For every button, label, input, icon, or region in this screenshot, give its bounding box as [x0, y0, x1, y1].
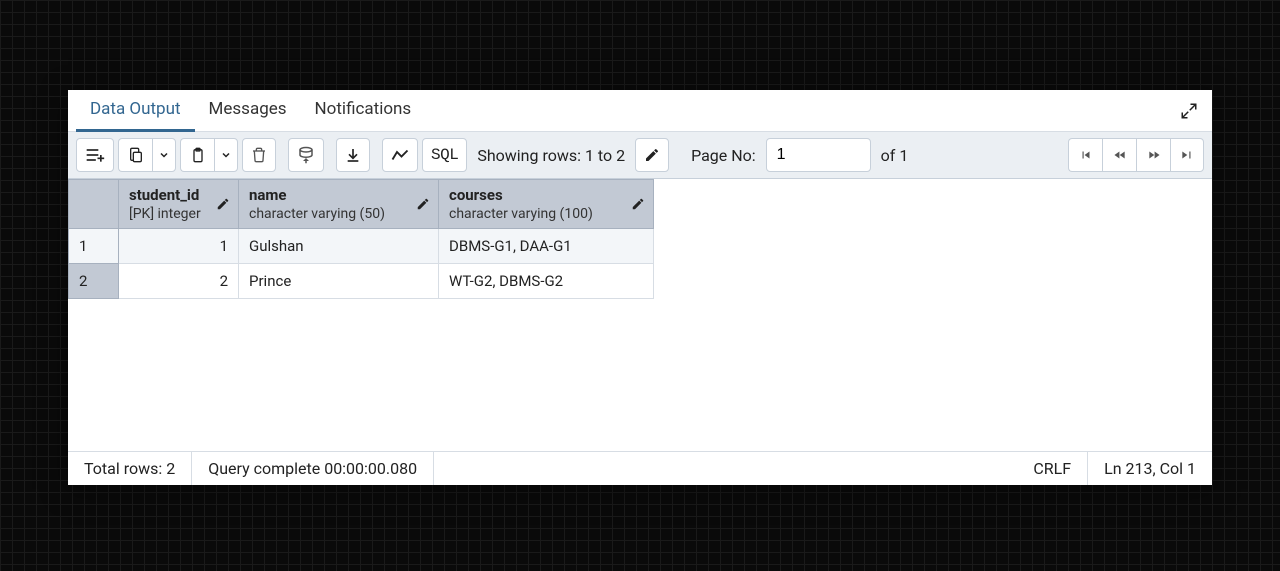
cell-student-id[interactable]: 1 — [119, 229, 239, 264]
column-type: [PK] integer — [129, 206, 201, 222]
row-number[interactable]: 1 — [69, 229, 119, 264]
first-page-button[interactable] — [1068, 138, 1102, 172]
page-no-label: Page No: — [685, 146, 762, 165]
cell-courses[interactable]: DBMS-G1, DAA-G1 — [439, 229, 654, 264]
copy-button[interactable] — [118, 138, 152, 172]
trash-icon — [251, 146, 267, 164]
cell-name[interactable]: Gulshan — [239, 229, 439, 264]
expand-icon — [1180, 102, 1198, 120]
copy-dropdown-button[interactable] — [152, 138, 176, 172]
cell-name[interactable]: Prince — [239, 264, 439, 299]
save-data-button[interactable] — [288, 138, 324, 172]
last-page-button[interactable] — [1170, 138, 1204, 172]
chevron-down-icon — [220, 149, 232, 161]
paste-button[interactable] — [180, 138, 214, 172]
pencil-icon — [631, 197, 645, 211]
edit-column-icon[interactable] — [631, 197, 645, 211]
column-header-student-id[interactable]: student_id [PK] integer — [119, 180, 239, 229]
tab-data-output[interactable]: Data Output — [76, 89, 195, 132]
line-ending-status[interactable]: CRLF — [1017, 452, 1088, 485]
chevron-down-icon — [158, 149, 170, 161]
table-row[interactable]: 1 1 Gulshan DBMS-G1, DAA-G1 — [69, 229, 654, 264]
sql-label: SQL — [431, 146, 458, 164]
column-name: name — [249, 186, 428, 204]
page-no-input[interactable] — [766, 138, 871, 172]
edit-column-icon[interactable] — [216, 197, 230, 211]
prev-page-icon — [1112, 148, 1128, 162]
paste-icon — [190, 146, 206, 164]
download-button[interactable] — [336, 138, 370, 172]
copy-icon — [128, 146, 144, 164]
delete-row-button[interactable] — [242, 138, 276, 172]
first-page-icon — [1078, 148, 1094, 162]
row-number[interactable]: 2 — [69, 264, 119, 299]
query-complete-status: Query complete 00:00:00.080 — [192, 452, 434, 485]
add-row-icon — [85, 147, 105, 163]
column-name: courses — [449, 186, 643, 204]
add-row-button[interactable] — [76, 138, 114, 172]
cursor-position-status: Ln 213, Col 1 — [1088, 452, 1212, 485]
next-page-icon — [1146, 148, 1162, 162]
column-name: student_id — [129, 186, 228, 204]
next-page-button[interactable] — [1136, 138, 1170, 172]
chart-icon — [391, 148, 409, 162]
graph-button[interactable] — [382, 138, 418, 172]
column-header-courses[interactable]: courses character varying (100) — [439, 180, 654, 229]
expand-panel-button[interactable] — [1176, 98, 1202, 124]
pencil-icon — [416, 197, 430, 211]
status-bar: Total rows: 2 Query complete 00:00:00.08… — [68, 451, 1212, 485]
cell-courses[interactable]: WT-G2, DBMS-G2 — [439, 264, 654, 299]
pencil-icon — [644, 147, 660, 163]
table-row[interactable]: 2 2 Prince WT-G2, DBMS-G2 — [69, 264, 654, 299]
row-number-header[interactable] — [69, 180, 119, 229]
download-icon — [345, 146, 361, 164]
tab-notifications[interactable]: Notifications — [301, 89, 426, 132]
prev-page-button[interactable] — [1102, 138, 1136, 172]
tabs-bar: Data Output Messages Notifications — [68, 90, 1212, 132]
showing-rows-text: Showing rows: 1 to 2 — [471, 146, 631, 165]
cell-student-id[interactable]: 2 — [119, 264, 239, 299]
pencil-icon — [216, 197, 230, 211]
edit-column-icon[interactable] — [416, 197, 430, 211]
column-header-name[interactable]: name character varying (50) — [239, 180, 439, 229]
paste-dropdown-button[interactable] — [214, 138, 238, 172]
output-panel: Data Output Messages Notifications — [68, 90, 1212, 485]
column-type: character varying (100) — [449, 206, 593, 222]
sql-button[interactable]: SQL — [422, 138, 467, 172]
last-page-icon — [1179, 148, 1195, 162]
column-type: character varying (50) — [249, 206, 385, 222]
edit-rows-button[interactable] — [635, 138, 669, 172]
total-rows-status: Total rows: 2 — [68, 452, 192, 485]
result-grid: student_id [PK] integer name character v… — [68, 179, 1212, 451]
save-data-icon — [297, 146, 315, 164]
tab-messages[interactable]: Messages — [195, 89, 301, 132]
toolbar: SQL Showing rows: 1 to 2 Page No: of 1 — [68, 132, 1212, 179]
of-pages-text: of 1 — [875, 146, 915, 165]
